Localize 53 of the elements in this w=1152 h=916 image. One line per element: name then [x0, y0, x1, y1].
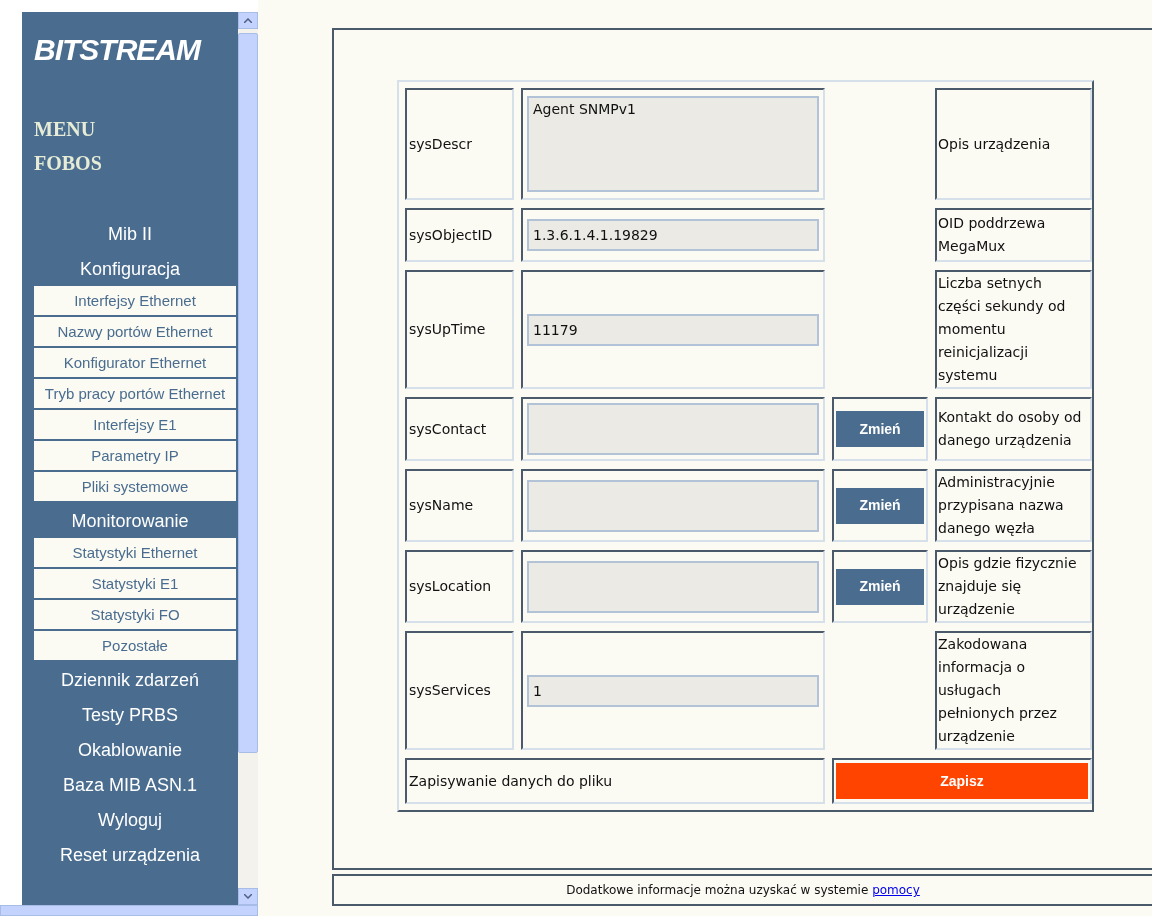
field-description: Kontakt do osoby od danego urządzenia	[935, 397, 1092, 461]
field-label: sysContact	[405, 397, 514, 461]
field-description: Liczba setnych części sekundy od momentu reinicjalizacji systemu	[935, 270, 1092, 389]
field-description: Opis gdzie fizycznie znajduje się urządzenie	[935, 550, 1092, 623]
field-label: sysLocation	[405, 550, 514, 623]
footer-text: Dodatkowe informacje można uzyskać w systemie pomocy	[566, 882, 920, 899]
field-label: sysServices	[405, 631, 514, 750]
save-button[interactable]: Zapisz	[836, 763, 1088, 799]
change-button[interactable]: Zmień	[836, 487, 924, 524]
save-label: Zapisywanie danych do pliku	[405, 758, 825, 804]
change-button[interactable]: Zmień	[836, 411, 924, 447]
field-label: sysName	[405, 469, 514, 542]
submenu-link[interactable]: Parametry IP	[34, 441, 236, 470]
field-description: Zakodowana informacja o usługach pełnionych przez urządzenie	[935, 631, 1092, 750]
text-input[interactable]: 1.3.6.1.4.1.19829	[527, 219, 819, 251]
submenu-link[interactable]: Statystyki FO	[34, 600, 236, 629]
logo: BITSTREAM	[33, 32, 203, 68]
menu-title: FOBOS	[34, 151, 103, 176]
menu-link[interactable]: Reset urządzenia	[59, 842, 201, 867]
submenu-link[interactable]: Statystyki E1	[34, 569, 236, 598]
horizontal-scrollbar[interactable]	[0, 905, 258, 916]
change-button[interactable]: Zmień	[836, 568, 924, 605]
text-area[interactable]	[527, 479, 819, 532]
menu-link[interactable]: Wyloguj	[98, 807, 162, 832]
menu-link[interactable]: Konfiguracja	[79, 256, 181, 281]
menu-link[interactable]: Mib II	[108, 221, 152, 246]
submenu-link[interactable]: Statystyki Ethernet	[34, 538, 236, 567]
text-area[interactable]	[527, 403, 819, 455]
field-label: sysUpTime	[405, 270, 514, 389]
vertical-scrollbar[interactable]	[238, 12, 258, 905]
menu-link[interactable]: Okablowanie	[77, 737, 183, 762]
submenu-link[interactable]: Interfejsy E1	[34, 410, 236, 439]
menu-link[interactable]: Testy PRBS	[82, 702, 178, 727]
menu-link[interactable]: Baza MIB ASN.1	[62, 772, 198, 797]
field-description: Administracyjnie przypisana nazwa danego węzła	[935, 469, 1092, 542]
menu-link[interactable]: Monitorowanie	[71, 508, 189, 533]
menu-link[interactable]: Dziennik zdarzeń	[60, 667, 200, 692]
field-description: OID poddrzewa MegaMux	[935, 208, 1092, 262]
field-label: sysObjectID	[405, 208, 514, 262]
text-area[interactable]	[527, 560, 819, 613]
submenu-link[interactable]: Konfigurator Ethernet	[34, 348, 236, 377]
help-link[interactable]: pomocy	[872, 883, 920, 897]
submenu-link[interactable]: Pliki systemowe	[34, 472, 236, 501]
field-label: sysDescr	[405, 88, 514, 200]
submenu-link[interactable]: Pozostałe	[34, 631, 236, 660]
field-description: Opis urządzenia	[935, 88, 1092, 200]
text-area[interactable]: Agent SNMPv1	[527, 96, 819, 192]
submenu-link[interactable]: Nazwy portów Ethernet	[34, 317, 236, 346]
menu-title: MENU	[34, 117, 97, 142]
submenu-link[interactable]: Tryb pracy portów Ethernet	[34, 379, 236, 408]
text-input[interactable]: 11179	[527, 313, 819, 346]
text-input[interactable]: 1	[527, 674, 819, 707]
submenu-link[interactable]: Interfejsy Ethernet	[34, 286, 236, 315]
